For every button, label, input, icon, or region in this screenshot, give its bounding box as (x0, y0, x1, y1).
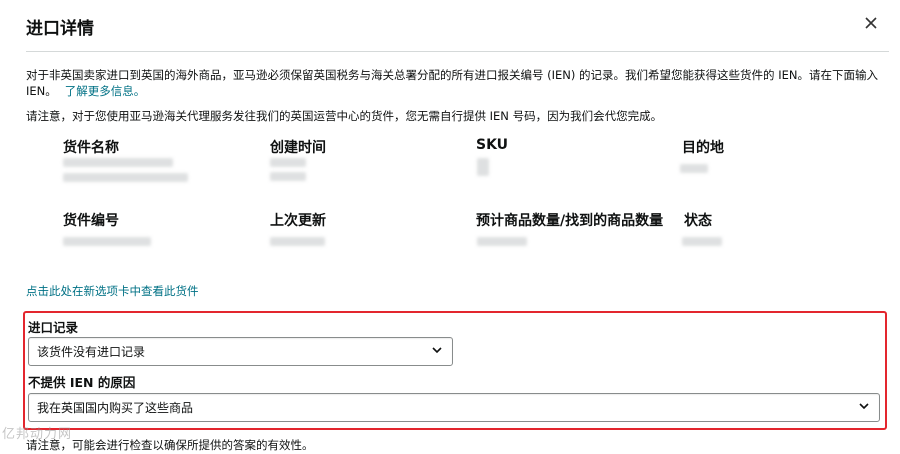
shipment-id-value-redacted (63, 237, 151, 246)
intro-text: 对于非英国卖家进口到英国的海外商品，亚马逊必须保留英国税务与海关总署分配的所有进… (26, 67, 888, 99)
import-record-select[interactable]: 该货件没有进口记录 (28, 337, 453, 366)
created-time-label: 创建时间 (270, 140, 326, 156)
reason-selected: 我在英国国内购买了这些商品 (37, 401, 194, 415)
last-updated-value-redacted (270, 237, 325, 246)
import-record-label: 进口记录 (28, 320, 79, 335)
last-updated-label: 上次更新 (270, 213, 326, 229)
reason-label: 不提供 IEN 的原因 (28, 375, 136, 390)
quantity-label: 预计商品数量/找到的商品数量 (476, 213, 664, 229)
header-divider (26, 51, 889, 52)
sku-label: SKU (476, 137, 509, 153)
status-label: 状态 (684, 213, 712, 229)
destination-value-redacted (680, 164, 708, 173)
created-time-value-redacted-2 (270, 172, 306, 181)
intro-body: 对于非英国卖家进口到英国的海外商品，亚马逊必须保留英国税务与海关总署分配的所有进… (26, 68, 878, 98)
sku-value-redacted (477, 158, 489, 176)
customs-notice: 请注意，对于您使用亚马逊海关代理服务发往我们的英国运营中心的货件，您无需自行提供… (26, 109, 663, 123)
shipment-name-value-redacted (63, 158, 173, 167)
modal-title: 进口详情 (26, 19, 94, 39)
learn-more-link[interactable]: 了解更多信息。 (65, 84, 146, 98)
shipment-name-value-redacted-2 (63, 173, 188, 182)
quantity-value-redacted (477, 237, 527, 246)
chevron-down-icon (859, 403, 869, 410)
view-shipment-link[interactable]: 点击此处在新选项卡中查看此货件 (26, 283, 199, 299)
watermark: 亿邦动力网 (2, 427, 73, 442)
chevron-down-icon (432, 347, 442, 354)
close-icon[interactable] (860, 12, 882, 34)
destination-label: 目的地 (682, 140, 724, 156)
created-time-value-redacted (270, 158, 306, 167)
reason-select[interactable]: 我在英国国内购买了这些商品 (28, 393, 880, 422)
import-details-modal: 进口详情 对于非英国卖家进口到英国的海外商品，亚马逊必须保留英国税务与海关总署分… (0, 0, 900, 454)
status-value-redacted (682, 237, 722, 246)
shipment-name-label: 货件名称 (63, 140, 119, 156)
shipment-id-label: 货件编号 (63, 213, 119, 229)
import-record-selected: 该货件没有进口记录 (37, 345, 146, 359)
